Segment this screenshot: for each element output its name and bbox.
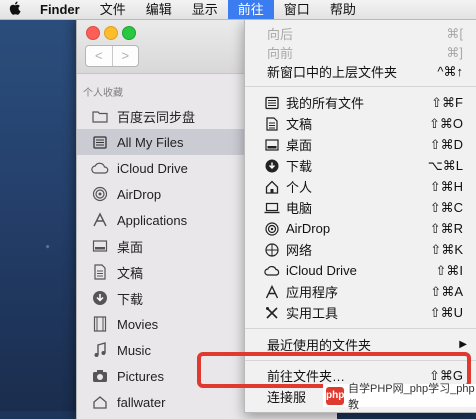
menu-go[interactable]: 前往	[227, 0, 274, 19]
sidebar-item-label: 文稿	[117, 265, 144, 281]
menu-separator	[245, 328, 476, 329]
all-files-icon	[264, 95, 280, 111]
menu-bar: Finder 文件 编辑 显示 前往 窗口 帮助	[0, 0, 476, 20]
nav-buttons: < >	[85, 45, 139, 67]
cloud-icon	[91, 159, 109, 177]
desktop-icon	[264, 137, 280, 153]
zoom-button[interactable]	[122, 26, 136, 40]
cloud-icon	[264, 263, 280, 279]
submenu-arrow-icon: ▶	[459, 339, 467, 350]
network-icon	[264, 242, 280, 258]
sidebar-item-label: 下载	[117, 291, 144, 307]
download-icon	[91, 289, 109, 307]
menu-item-forward[interactable]: 向前 ⌘]	[245, 42, 476, 63]
document-icon	[91, 263, 109, 281]
applications-icon	[91, 211, 109, 229]
menu-item-icloud-drive[interactable]: iCloud Drive ⇧⌘I	[245, 260, 476, 281]
music-icon	[91, 341, 109, 359]
menu-file[interactable]: 文件	[90, 0, 136, 19]
close-button[interactable]	[86, 26, 100, 40]
minimize-button[interactable]	[104, 26, 118, 40]
menu-item-utilities[interactable]: 实用工具 ⇧⌘U	[245, 302, 476, 323]
menu-item-home[interactable]: 个人 ⇧⌘H	[245, 176, 476, 197]
menu-window[interactable]: 窗口	[274, 0, 320, 19]
sidebar-item-label: All My Files	[117, 134, 184, 150]
download-icon	[264, 158, 280, 174]
watermark-logo: php	[326, 386, 344, 405]
forward-button[interactable]: >	[113, 46, 139, 66]
menu-item-computer[interactable]: 电脑 ⇧⌘C	[245, 197, 476, 218]
menu-separator	[245, 86, 476, 87]
airdrop-icon	[91, 185, 109, 203]
sidebar-item-label: Music	[117, 342, 151, 358]
sidebar-item-label: 桌面	[117, 239, 144, 255]
menu-view[interactable]: 显示	[182, 0, 228, 19]
menu-edit[interactable]: 编辑	[136, 0, 182, 19]
airdrop-icon	[264, 221, 280, 237]
apple-logo-icon[interactable]	[0, 1, 30, 18]
document-icon	[264, 116, 280, 132]
menu-item-enclosing-folder[interactable]: 新窗口中的上层文件夹 ^⌘↑	[245, 61, 476, 82]
menu-finder[interactable]: Finder	[30, 0, 90, 19]
watermark: php 自学PHP网_php学习_php教	[323, 383, 476, 411]
desktop-icon	[91, 237, 109, 255]
computer-icon	[264, 200, 280, 216]
sidebar-item-label: iCloud Drive	[117, 160, 188, 176]
menu-item-all-my-files[interactable]: 我的所有文件 ⇧⌘F	[245, 92, 476, 113]
applications-icon	[264, 284, 280, 300]
menu-item-back[interactable]: 向后 ⌘[	[245, 23, 476, 44]
back-button[interactable]: <	[86, 46, 113, 66]
menu-item-desktop[interactable]: 桌面 ⇧⌘D	[245, 134, 476, 155]
sidebar-item-label: Applications	[117, 212, 188, 228]
sidebar-item-label: Movies	[117, 316, 159, 332]
folder-icon	[91, 107, 109, 125]
watermark-text: 自学PHP网_php学习_php教	[348, 382, 475, 411]
home-icon	[91, 393, 109, 411]
home-icon	[264, 179, 280, 195]
sidebar-item-label: 百度云同步盘	[117, 109, 196, 125]
menu-item-airdrop[interactable]: AirDrop ⇧⌘R	[245, 218, 476, 239]
utilities-icon	[264, 305, 280, 321]
movies-icon	[91, 315, 109, 333]
menu-item-network[interactable]: 网络 ⇧⌘K	[245, 239, 476, 260]
sidebar-item-label: Pictures	[117, 368, 164, 384]
menu-item-documents[interactable]: 文稿 ⇧⌘O	[245, 113, 476, 134]
sidebar-item-label: fallwater	[117, 394, 166, 410]
menu-item-downloads[interactable]: 下载 ⌥⌘L	[245, 155, 476, 176]
all-files-icon	[91, 133, 109, 151]
camera-icon	[91, 367, 109, 385]
menu-help[interactable]: 帮助	[320, 0, 366, 19]
menu-item-applications[interactable]: 应用程序 ⇧⌘A	[245, 281, 476, 302]
sidebar-item-label: AirDrop	[117, 186, 162, 202]
